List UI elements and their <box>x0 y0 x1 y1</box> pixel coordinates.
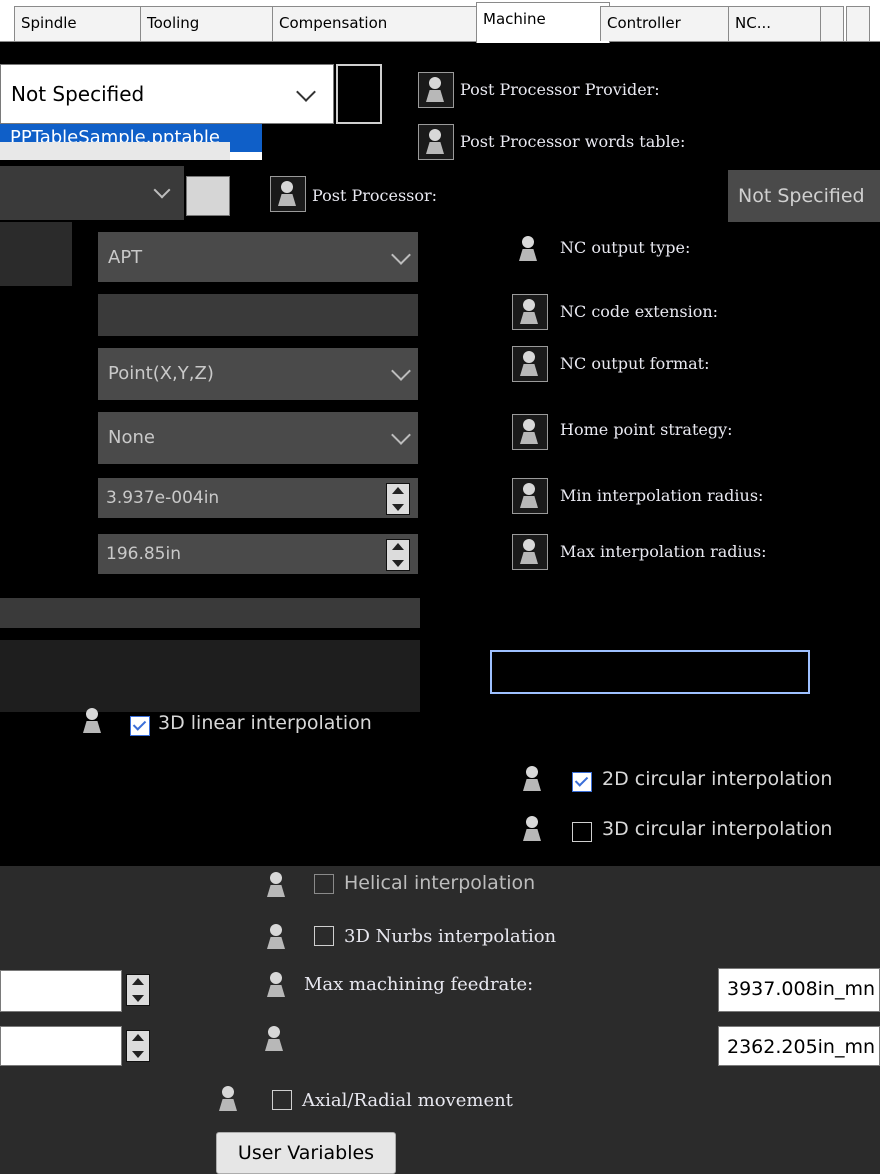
tab-tooling[interactable]: Tooling <box>140 6 280 41</box>
nc-output-format-icon <box>512 346 548 382</box>
tab-spindle[interactable]: Spindle <box>14 6 144 41</box>
tab-scroll-right[interactable] <box>846 6 870 41</box>
spinner-icon[interactable] <box>386 483 410 515</box>
linear-3d-label: 3D linear interpolation <box>158 712 372 734</box>
axial-radial-icon <box>212 1082 246 1116</box>
chevron-down-icon <box>296 82 316 102</box>
words-table-label: Post Processor words table: <box>460 132 686 151</box>
max-radius-label: Max interpolation radius: <box>560 542 767 561</box>
home-point-icon <box>512 414 548 450</box>
nc-output-format-combo[interactable]: Point(X,Y,Z) <box>98 348 418 400</box>
post-provider-edit-button[interactable] <box>336 64 382 124</box>
post-provider-icon <box>418 72 454 108</box>
nc-code-extension-label: NC code extension: <box>560 302 719 321</box>
max-feedrate-label: Max machining feedrate: <box>304 974 534 995</box>
user-variables-button[interactable]: User Variables <box>216 1132 396 1174</box>
helical-label: Helical interpolation <box>344 872 536 894</box>
home-point-label: Home point strategy: <box>560 420 733 439</box>
chevron-down-icon <box>391 361 411 381</box>
max-interp-radius-field[interactable]: 196.85in <box>98 534 418 574</box>
words-table-icon <box>418 124 454 160</box>
nc-output-type-combo[interactable]: APT <box>98 232 418 282</box>
helical-checkbox[interactable] <box>314 874 334 894</box>
spinner-icon[interactable] <box>386 539 410 571</box>
max-interp-radius-value: 196.85in <box>106 544 181 564</box>
rapid-feedrate-icon <box>258 1022 292 1056</box>
circular-2d-label: 2D circular interpolation <box>602 768 833 790</box>
nurbs-3d-label: 3D Nurbs interpolation <box>344 926 557 947</box>
min-interp-radius-value: 3.937e-004in <box>106 488 220 508</box>
tab-strip: Spindle Tooling Compensation Machine Con… <box>0 0 880 43</box>
home-point-strategy-combo[interactable]: None <box>98 412 418 464</box>
min-radius-icon <box>512 478 548 514</box>
circular-3d-label: 3D circular interpolation <box>602 818 833 840</box>
left-lower-strip <box>0 640 420 712</box>
post-processor-icon <box>270 176 306 212</box>
tab-scroll-left[interactable] <box>820 6 844 41</box>
post-processor-browse-button[interactable] <box>186 176 230 216</box>
min-interp-radius-field[interactable]: 3.937e-004in <box>98 478 418 518</box>
max-feedrate-field[interactable]: 3937.008in_mn <box>718 968 880 1012</box>
spinner-icon[interactable] <box>126 974 150 1006</box>
post-provider-combo[interactable]: Not Specified <box>0 64 334 124</box>
words-table-strip <box>0 142 230 160</box>
chevron-down-icon <box>391 245 411 265</box>
max-radius-icon <box>512 534 548 570</box>
nc-output-format-label: NC output format: <box>560 354 710 373</box>
glitch-field <box>490 650 810 694</box>
circular-2d-checkbox[interactable] <box>572 772 592 792</box>
post-provider-value: Not Specified <box>11 82 145 106</box>
axial-radial-checkbox[interactable] <box>272 1090 292 1110</box>
nc-output-format-value: Point(X,Y,Z) <box>108 363 214 384</box>
nurbs-3d-icon <box>260 920 294 954</box>
tab-controller[interactable]: Controller <box>600 6 738 41</box>
chevron-down-icon <box>153 181 171 199</box>
nurbs-3d-checkbox[interactable] <box>314 926 334 946</box>
circular-3d-checkbox[interactable] <box>572 822 592 842</box>
tab-nc[interactable]: NC... <box>728 6 828 41</box>
linear-3d-checkbox[interactable] <box>130 716 150 736</box>
nc-output-type-icon <box>512 232 546 266</box>
glitch-row <box>0 598 420 628</box>
post-provider-label: Post Processor Provider: <box>460 80 660 99</box>
rapid-feedrate-field[interactable]: 2362.205in_mn <box>718 1026 880 1066</box>
post-processor-combo-left[interactable] <box>0 166 184 220</box>
axial-radial-label: Axial/Radial movement <box>302 1090 513 1111</box>
rapid-feedrate-left-field[interactable] <box>0 1026 122 1066</box>
post-processor-label: Post Processor: <box>312 186 438 205</box>
circular-3d-icon <box>516 812 550 846</box>
post-processor-combo[interactable]: Not Specified <box>728 170 880 222</box>
left-gutter <box>0 222 72 286</box>
helical-icon <box>260 868 294 902</box>
lower-panel <box>0 866 880 1174</box>
spinner-icon[interactable] <box>126 1030 150 1062</box>
nc-output-type-value: APT <box>108 247 143 268</box>
home-point-strategy-value: None <box>108 427 155 448</box>
circular-2d-icon <box>516 762 550 796</box>
min-radius-label: Min interpolation radius: <box>560 486 764 505</box>
nc-output-type-label: NC output type: <box>560 238 691 257</box>
nc-code-extension-icon <box>512 294 548 330</box>
tab-machine[interactable]: Machine <box>476 2 610 43</box>
nc-code-extension-field[interactable] <box>98 294 418 336</box>
chevron-down-icon <box>391 425 411 445</box>
linear-3d-icon <box>76 704 110 738</box>
max-feedrate-icon <box>260 968 294 1002</box>
tab-compensation[interactable]: Compensation <box>272 6 486 41</box>
max-feedrate-left-field[interactable] <box>0 970 122 1012</box>
